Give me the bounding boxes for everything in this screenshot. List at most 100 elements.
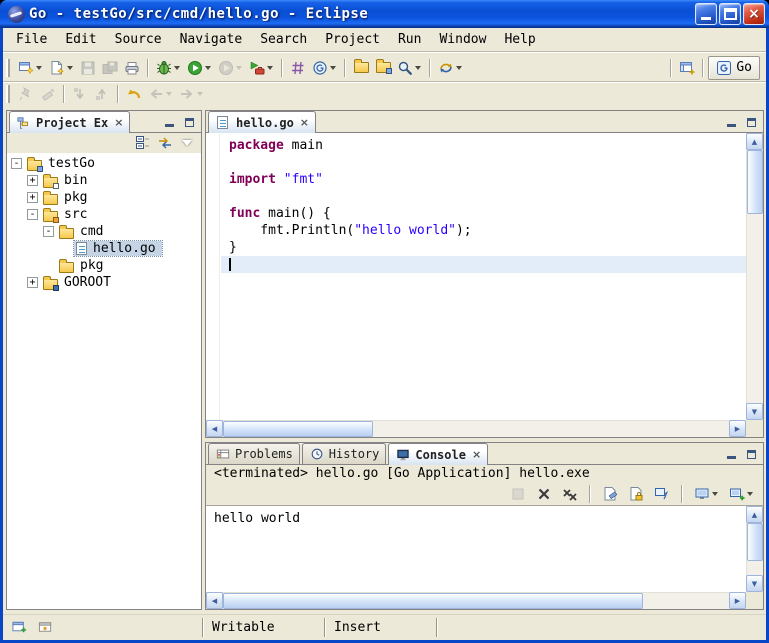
search-button[interactable] (394, 56, 425, 80)
forward-button[interactable] (176, 82, 207, 106)
new-go-element-button[interactable] (46, 56, 77, 80)
menu-item-edit[interactable]: Edit (56, 28, 105, 52)
minimize-view-button[interactable] (723, 447, 740, 462)
external-tools-button[interactable] (246, 56, 277, 80)
scroll-up-button[interactable]: ▲ (746, 133, 763, 150)
tree-expander-icon[interactable]: + (27, 192, 38, 203)
remove-launch-button[interactable] (533, 482, 555, 506)
tree-item-src-pkg[interactable]: pkg (7, 257, 201, 274)
menu-item-project[interactable]: Project (316, 28, 389, 52)
project-tree[interactable]: - testGo + bin + (7, 153, 201, 609)
current-code-line[interactable] (221, 256, 746, 273)
save-all-button[interactable] (99, 56, 121, 80)
scroll-right-button[interactable]: ▶ (729, 592, 746, 609)
code-area[interactable]: package main import "fmt" func main() { … (221, 133, 746, 420)
close-view-button[interactable]: × (470, 448, 481, 461)
editor-horizontal-scrollbar[interactable]: ◀ ▶ (206, 420, 746, 437)
new-go-project-button[interactable] (287, 56, 309, 80)
code-line[interactable]: package main (229, 137, 746, 154)
code-line[interactable]: func main() { (229, 205, 746, 222)
open-console-button[interactable] (726, 482, 757, 506)
clear-console-button[interactable] (599, 482, 621, 506)
go-launch-button[interactable] (309, 56, 340, 80)
scroll-up-button[interactable]: ▲ (746, 506, 763, 523)
menu-item-navigate[interactable]: Navigate (171, 28, 252, 52)
scrollbar-thumb[interactable] (223, 593, 643, 609)
print-button[interactable] (121, 56, 143, 80)
close-view-button[interactable]: × (112, 116, 123, 129)
menu-item-source[interactable]: Source (106, 28, 171, 52)
code-line[interactable]: import "fmt" (229, 171, 746, 188)
tree-expander-icon[interactable]: - (43, 226, 54, 237)
fast-view-button[interactable] (11, 620, 27, 636)
view-menu-button[interactable] (179, 135, 195, 151)
scrollbar-thumb[interactable] (747, 150, 763, 214)
toolbar-grip[interactable] (6, 85, 11, 103)
tree-item-bin[interactable]: + bin (7, 172, 201, 189)
code-line[interactable]: fmt.Println("hello world"); (229, 222, 746, 239)
maximize-view-button[interactable] (743, 115, 760, 130)
tab-project-explorer[interactable]: Project Ex × (9, 111, 130, 133)
tree-expander-icon[interactable]: - (27, 209, 38, 220)
go-perspective-button[interactable]: Go (708, 56, 760, 80)
close-button[interactable]: × (743, 3, 765, 25)
tree-expander-icon[interactable]: + (27, 175, 38, 186)
minimize-view-button[interactable] (161, 115, 178, 130)
remove-all-launches-button[interactable] (559, 482, 581, 506)
console-vertical-scrollbar[interactable]: ▲ ▼ (746, 506, 763, 592)
profile-button[interactable] (215, 56, 246, 80)
toolbar-grip[interactable] (6, 59, 11, 77)
tree-item-src[interactable]: - src (7, 206, 201, 223)
menu-item-window[interactable]: Window (430, 28, 495, 52)
console-horizontal-scrollbar[interactable]: ◀ ▶ (206, 592, 746, 609)
tab-hello-go[interactable]: hello.go × (208, 111, 316, 133)
menu-item-help[interactable]: Help (495, 28, 544, 52)
show-view-button[interactable] (37, 620, 53, 636)
scroll-lock-button[interactable] (625, 482, 647, 506)
open-perspective-button[interactable] (676, 56, 698, 80)
display-selected-console-button[interactable] (691, 482, 722, 506)
last-edit-location-button[interactable] (123, 82, 145, 106)
terminate-button[interactable] (507, 482, 529, 506)
scroll-right-button[interactable]: ▶ (729, 420, 746, 437)
run-button[interactable] (184, 56, 215, 80)
scroll-left-button[interactable]: ◀ (206, 420, 223, 437)
previous-annotation-button[interactable] (91, 82, 113, 106)
open-file-button[interactable] (350, 56, 372, 80)
open-project-button[interactable] (372, 56, 394, 80)
code-line[interactable] (229, 188, 746, 205)
maximize-button[interactable] (719, 3, 741, 25)
new-wizard-button[interactable] (15, 56, 46, 80)
link-with-editor-button[interactable] (157, 135, 173, 151)
tree-item-hello-go[interactable]: hello.go (7, 240, 201, 257)
toggle-mark-occurrences-button[interactable] (37, 82, 59, 106)
menu-item-run[interactable]: Run (389, 28, 430, 52)
scroll-down-button[interactable]: ▼ (746, 575, 763, 592)
debug-button[interactable] (153, 56, 184, 80)
maximize-view-button[interactable] (181, 115, 198, 130)
tree-item-cmd[interactable]: - cmd (7, 223, 201, 240)
back-button[interactable] (145, 82, 176, 106)
team-synchronize-button[interactable] (435, 56, 466, 80)
tree-item-goroot[interactable]: + GOROOT (7, 274, 201, 291)
console-output[interactable]: hello world ▲ ▼ ◀ ▶ (206, 505, 763, 609)
minimize-button[interactable] (695, 3, 717, 25)
menu-item-file[interactable]: File (7, 28, 56, 52)
tree-expander-icon[interactable]: + (27, 277, 38, 288)
minimize-view-button[interactable] (723, 115, 740, 130)
editor-vertical-scrollbar[interactable]: ▲ ▼ (746, 133, 763, 420)
code-line[interactable]: } (229, 239, 746, 256)
code-line[interactable] (229, 154, 746, 171)
title-bar[interactable]: Go - testGo/src/cmd/hello.go - Eclipse × (0, 0, 769, 28)
pin-console-button[interactable] (651, 482, 673, 506)
scrollbar-thumb[interactable] (223, 421, 373, 437)
save-button[interactable] (77, 56, 99, 80)
tree-expander-icon[interactable]: - (11, 158, 22, 169)
maximize-view-button[interactable] (743, 447, 760, 462)
scroll-left-button[interactable]: ◀ (206, 592, 223, 609)
next-annotation-button[interactable] (69, 82, 91, 106)
menu-item-search[interactable]: Search (251, 28, 316, 52)
tab-problems[interactable]: Problems (208, 443, 300, 464)
tree-item-pkg[interactable]: + pkg (7, 189, 201, 206)
annotation-ruler[interactable] (206, 133, 220, 420)
